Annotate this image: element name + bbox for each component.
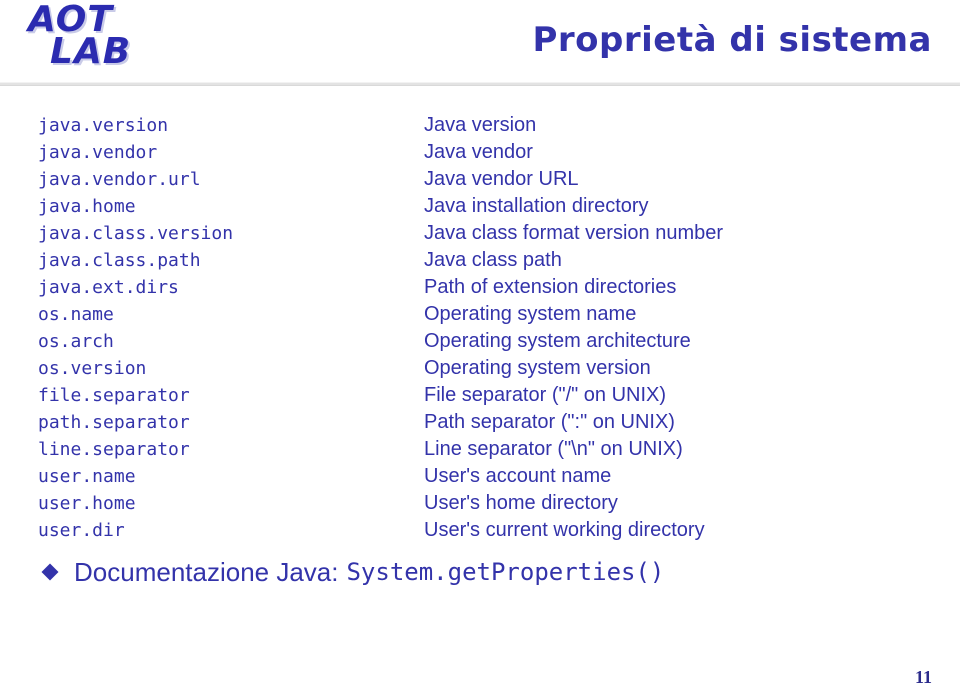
property-description: Path separator (":" on UNIX) [424, 411, 675, 433]
property-description: Java vendor [424, 141, 533, 163]
property-key: os.name [38, 304, 114, 325]
property-description: Operating system architecture [424, 330, 691, 352]
table-row: java.class.path Java class path [0, 247, 723, 274]
property-description: User's current working directory [424, 519, 705, 541]
documentation-label: Documentazione Java: [74, 556, 339, 587]
aot-lab-logo: AOT LAB [24, 2, 214, 70]
property-key: os.version [38, 358, 147, 379]
logo-line-lab: LAB [50, 31, 132, 72]
table-row: java.class.version Java class format ver… [0, 220, 723, 247]
property-key: java.vendor.url [38, 169, 201, 190]
property-key: java.ext.dirs [38, 277, 179, 298]
table-row: file.separator File separator ("/" on UN… [0, 382, 723, 409]
table-row: os.name Operating system name [0, 301, 723, 328]
diamond-bullet-icon [41, 563, 59, 581]
table-row: user.home User's home directory [0, 490, 723, 517]
table-row: line.separator Line separator ("\n" on U… [0, 436, 723, 463]
property-key: line.separator [38, 439, 190, 460]
table-row: user.dir User's current working director… [0, 517, 723, 544]
property-key: java.home [38, 196, 136, 217]
table-row: java.vendor.url Java vendor URL [0, 166, 723, 193]
property-description: Line separator ("\n" on UNIX) [424, 438, 683, 460]
table-row: path.separator Path separator (":" on UN… [0, 409, 723, 436]
property-description: Path of extension directories [424, 276, 677, 298]
system-properties-section: java.version Java version java.vendor Ja… [0, 112, 960, 544]
table-row: java.home Java installation directory [0, 193, 723, 220]
table-row: os.version Operating system version [0, 355, 723, 382]
property-key: java.version [38, 115, 169, 136]
property-description: Java vendor URL [424, 168, 579, 190]
property-key: java.class.version [38, 223, 234, 244]
property-description: Java class path [424, 249, 562, 271]
property-key: user.dir [38, 520, 125, 541]
slide-header: AOT LAB Proprietà di sistema [0, 0, 960, 86]
header-divider [0, 82, 960, 86]
property-description: Java class format version number [424, 222, 724, 244]
property-description: Java installation directory [424, 195, 649, 217]
table-row: user.name User's account name [0, 463, 723, 490]
documentation-code: System.getProperties() [346, 558, 665, 586]
property-key: user.name [38, 466, 136, 487]
table-row: java.vendor Java vendor [0, 139, 723, 166]
system-properties-table: java.version Java version java.vendor Ja… [0, 112, 723, 544]
property-key: java.class.path [38, 250, 201, 271]
property-description: Operating system version [424, 357, 651, 379]
property-description: User's account name [424, 465, 612, 487]
property-description: Java version [424, 114, 537, 136]
table-row: java.ext.dirs Path of extension director… [0, 274, 723, 301]
property-description: Operating system name [424, 303, 637, 325]
property-key: user.home [38, 493, 136, 514]
property-key: path.separator [38, 412, 190, 433]
property-key: os.arch [38, 331, 114, 352]
property-description: User's home directory [424, 492, 618, 514]
page-number: 11 [914, 667, 932, 687]
table-row: java.version Java version [0, 112, 723, 139]
property-description: File separator ("/" on UNIX) [424, 384, 667, 406]
page-title: Proprietà di sistema [532, 20, 932, 60]
documentation-bullet: Documentazione Java: System.getPropertie… [0, 552, 960, 592]
table-row: os.arch Operating system architecture [0, 328, 723, 355]
property-key: java.vendor [38, 142, 158, 163]
property-key: file.separator [38, 385, 190, 406]
table-body: java.version Java version java.vendor Ja… [0, 112, 723, 544]
